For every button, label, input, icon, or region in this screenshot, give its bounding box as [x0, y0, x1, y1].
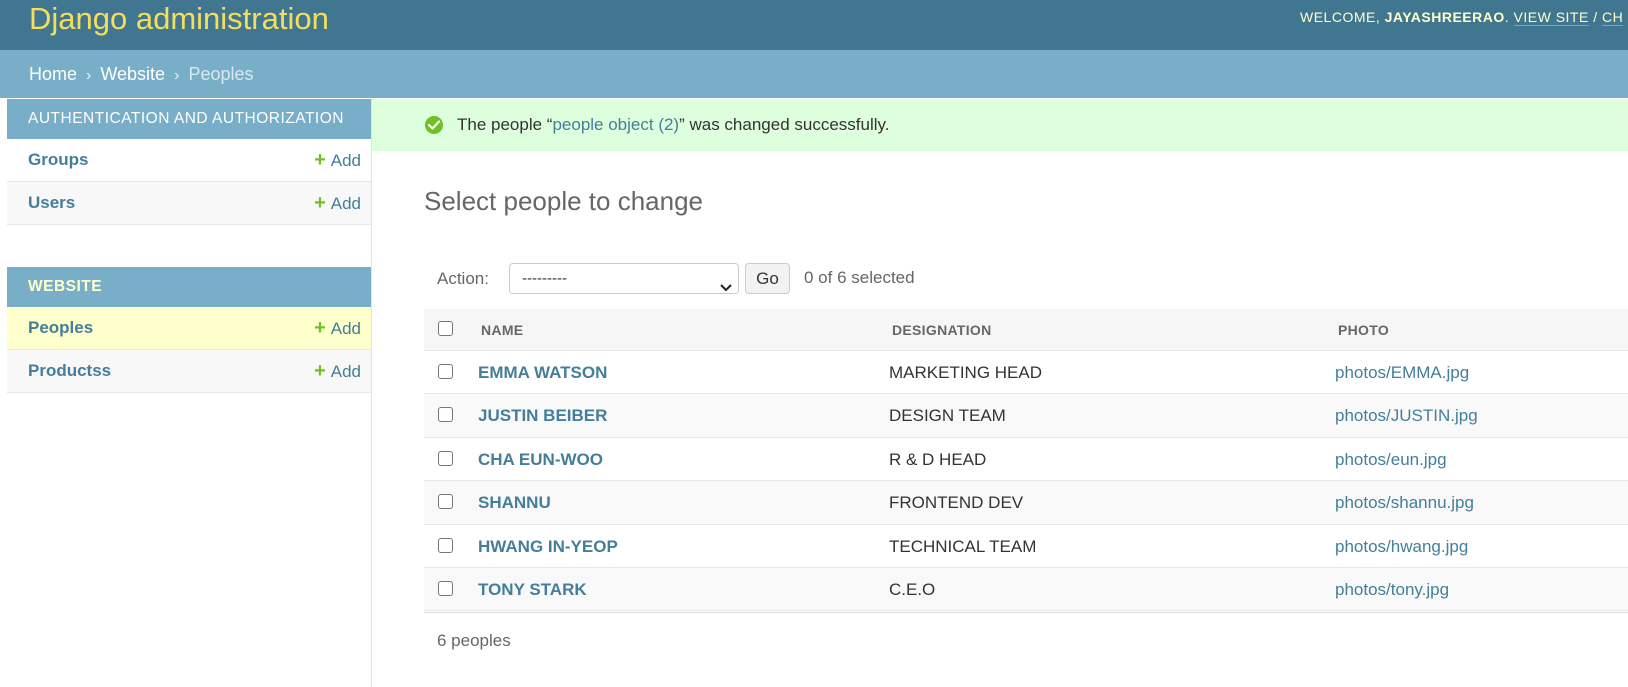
add-label: Add [330, 319, 361, 338]
sidebar-item-productss: Productss + Add [7, 350, 371, 393]
table-row: JUSTIN BEIBER DESIGN TEAM photos/JUSTIN.… [424, 394, 1628, 438]
go-button[interactable]: Go [745, 263, 790, 294]
sidebar-item-label[interactable]: Users [28, 182, 75, 224]
row-designation: C.E.O [889, 579, 936, 599]
row-checkbox[interactable] [438, 364, 453, 379]
row-designation: DESIGN TEAM [889, 406, 1006, 426]
username: JAYASHREERAO [1384, 9, 1505, 25]
row-photo-link[interactable]: photos/shannu.jpg [1335, 481, 1474, 524]
select-all-checkbox[interactable] [438, 321, 453, 336]
row-photo-link[interactable]: photos/eun.jpg [1335, 438, 1447, 481]
message-prefix: The people “ [457, 115, 553, 134]
change-password-link[interactable]: CH [1602, 9, 1624, 26]
action-select[interactable]: --------- [509, 263, 739, 294]
sidebar-item-label[interactable]: Groups [28, 139, 88, 181]
row-name-link[interactable]: EMMA WATSON [478, 351, 607, 394]
view-site-link[interactable]: VIEW SITE [1513, 9, 1589, 26]
nav-sidebar: AUTHENTICATION AND AUTHORIZATION Groups … [7, 99, 372, 687]
username-suffix: . [1504, 9, 1510, 25]
add-group-link[interactable]: + Add [314, 139, 361, 182]
sidebar-item-peoples: Peoples + Add [7, 307, 371, 350]
row-checkbox[interactable] [438, 580, 453, 596]
welcome-text: WELCOME, [1300, 9, 1381, 25]
add-label: Add [330, 362, 361, 381]
row-checkbox[interactable] [438, 494, 453, 510]
row-designation: MARKETING HEAD [889, 363, 1043, 382]
plus-icon: + [314, 317, 326, 339]
row-name-link[interactable]: HWANG IN-YEOP [478, 525, 618, 568]
user-tools: WELCOME, JAYASHREERAO. VIEW SITE / CH [1300, 9, 1624, 26]
breadcrumb: Home › Website › Peoples [0, 50, 1628, 98]
module-caption-website[interactable]: WEBSITE [7, 267, 371, 307]
row-photo-link[interactable]: photos/tony.jpg [1335, 568, 1449, 611]
breadcrumb-website[interactable]: Website [100, 64, 165, 84]
message-text: The people “people object (2)” was chang… [457, 99, 890, 151]
sidebar-item-groups: Groups + Add [7, 139, 371, 182]
page-title: Select people to change [424, 186, 703, 216]
add-label: Add [330, 151, 361, 170]
row-photo-link[interactable]: photos/hwang.jpg [1335, 525, 1468, 568]
sidebar-item-label[interactable]: Productss [28, 350, 111, 392]
row-designation: R & D HEAD [889, 449, 987, 469]
row-photo-link[interactable]: photos/EMMA.jpg [1335, 351, 1469, 394]
header: Django administration WELCOME, JAYASHREE… [0, 0, 1628, 50]
row-name-link[interactable]: CHA EUN-WOO [478, 438, 603, 481]
row-checkbox[interactable] [438, 407, 453, 423]
breadcrumb-separator: › [86, 67, 92, 84]
add-product-link[interactable]: + Add [314, 350, 361, 393]
row-name-link[interactable]: SHANNU [478, 481, 551, 524]
column-header-photo[interactable]: PHOTO [1338, 309, 1389, 351]
add-user-link[interactable]: + Add [314, 182, 361, 225]
check-circle-icon [425, 116, 443, 134]
message-object-link[interactable]: people object (2) [552, 115, 679, 134]
module-caption-auth[interactable]: AUTHENTICATION AND AUTHORIZATION [7, 99, 371, 139]
row-checkbox[interactable] [438, 537, 453, 553]
table-row: SHANNU FRONTEND DEV photos/shannu.jpg [424, 481, 1628, 525]
column-header-designation[interactable]: DESIGNATION [892, 309, 992, 351]
action-label: Action: [437, 269, 489, 288]
table-row: HWANG IN-YEOP TECHNICAL TEAM photos/hwan… [424, 525, 1628, 568]
breadcrumb-separator: › [174, 67, 180, 84]
table-row: EMMA WATSON MARKETING HEAD photos/EMMA.j… [424, 351, 1628, 395]
result-count: 6 peoples [437, 631, 511, 650]
plus-icon: + [314, 192, 326, 214]
row-designation: TECHNICAL TEAM [889, 536, 1037, 556]
chevron-down-icon [720, 273, 732, 302]
message-suffix: ” was changed successfully. [679, 115, 890, 134]
site-name-link[interactable]: Django administration [29, 0, 329, 38]
table-header: NAME DESIGNATION PHOTO [424, 309, 1628, 351]
row-name-link[interactable]: TONY STARK [478, 568, 587, 611]
add-people-link[interactable]: + Add [314, 307, 361, 350]
row-name-link[interactable]: JUSTIN BEIBER [478, 394, 607, 437]
action-select-value: --------- [522, 270, 567, 287]
selection-counter: 0 of 6 selected [804, 268, 915, 287]
table-row: TONY STARK C.E.O photos/tony.jpg [424, 567, 1628, 612]
breadcrumb-current: Peoples [188, 64, 254, 84]
success-message: The people “people object (2)” was chang… [372, 99, 1628, 151]
row-photo-link[interactable]: photos/JUSTIN.jpg [1335, 394, 1478, 437]
user-tools-separator: / [1593, 9, 1598, 25]
row-checkbox[interactable] [438, 450, 453, 466]
row-designation: FRONTEND DEV [889, 493, 1024, 513]
actions-bar: Action: --------- Go 0 of 6 selected [424, 262, 1628, 296]
breadcrumb-home[interactable]: Home [29, 64, 77, 84]
plus-icon: + [314, 360, 326, 382]
add-label: Add [330, 194, 361, 213]
plus-icon: + [314, 149, 326, 171]
column-header-name[interactable]: NAME [481, 309, 523, 351]
results-table: NAME DESIGNATION PHOTO EMMA WATSON MARKE… [424, 309, 1628, 612]
sidebar-item-users: Users + Add [7, 182, 371, 225]
table-row: CHA EUN-WOO R & D HEAD photos/eun.jpg [424, 438, 1628, 482]
paginator: 6 peoples [424, 612, 1628, 669]
sidebar-item-label[interactable]: Peoples [28, 307, 93, 349]
